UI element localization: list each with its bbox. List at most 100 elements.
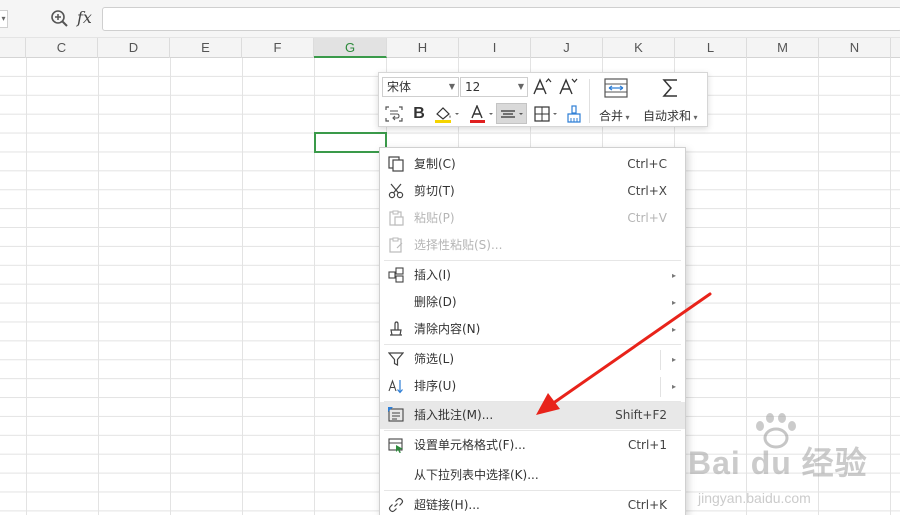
menu-item-format-cells[interactable]: 设置单元格格式(F)... Ctrl+1: [380, 432, 685, 459]
chevron-down-icon: ▼: [448, 82, 455, 91]
format-painter-icon: [567, 105, 581, 123]
menu-separator: [384, 260, 681, 261]
borders-icon: [534, 106, 557, 122]
merge-cells-label[interactable]: 合并 ▾: [599, 107, 630, 124]
sigma-icon: [662, 79, 677, 97]
menu-item-label: 设置单元格格式(F)...: [414, 438, 526, 452]
sort-icon: [388, 379, 403, 394]
menu-item-label: 复制(C): [414, 157, 456, 171]
active-cell[interactable]: [314, 132, 387, 153]
menu-item-label: 插入(I): [414, 268, 451, 282]
eraser-icon: [390, 321, 402, 336]
zoom-icon[interactable]: [50, 9, 70, 29]
name-box-dropdown[interactable]: ▾: [0, 10, 8, 28]
menu-item-label: 选择性粘贴(S)...: [414, 238, 503, 252]
autosum-label[interactable]: 自动求和 ▾: [643, 107, 698, 124]
column-header-j[interactable]: J: [531, 38, 603, 58]
menu-item-shortcut: Ctrl+X: [627, 184, 667, 198]
column-header-e[interactable]: E: [170, 38, 242, 58]
bold-icon: B: [413, 105, 425, 122]
fill-bucket-icon: [435, 107, 459, 123]
font-color-button[interactable]: [467, 104, 497, 124]
menu-item-label: 剪切(T): [414, 184, 455, 198]
menu-item-hyperlink[interactable]: 超链接(H)... Ctrl+K: [380, 492, 685, 515]
menu-item-label: 插入批注(M)...: [414, 408, 494, 422]
column-header-k[interactable]: K: [603, 38, 675, 58]
insert-cells-icon: [388, 267, 404, 283]
font-size-value: 12: [465, 80, 481, 94]
column-header-f[interactable]: F: [242, 38, 314, 58]
comment-icon: [388, 407, 404, 422]
menu-item-label: 粘贴(P): [414, 211, 455, 225]
menu-item-label: 清除内容(N): [414, 322, 481, 336]
increase-font-icon: [533, 78, 552, 95]
filter-icon: [388, 352, 404, 366]
menu-item-shortcut: Ctrl+1: [627, 438, 667, 452]
column-header-row: C D E F G H I J K L M N: [0, 38, 900, 58]
fill-color-button[interactable]: [432, 104, 462, 124]
paste-special-icon: [389, 237, 403, 253]
font-size-select[interactable]: 12 ▼: [460, 77, 528, 97]
menu-item-shortcut: Ctrl+K: [627, 498, 667, 512]
watermark-text: Bai du 经验: [688, 445, 868, 481]
menu-item-label: 排序(U): [414, 379, 457, 393]
column-header-i[interactable]: I: [459, 38, 531, 58]
menu-item-label: 从下拉列表中选择(K)...: [414, 468, 539, 482]
paste-icon: [389, 210, 404, 226]
increase-font-size-button[interactable]: [531, 76, 553, 98]
autosum-label-text: 自动求和: [643, 109, 692, 123]
align-center-icon: [500, 109, 523, 118]
column-header-d[interactable]: D: [98, 38, 170, 58]
format-cells-icon: [388, 438, 403, 453]
submenu-arrow-icon: ▸: [671, 271, 676, 280]
menu-item-label: 删除(D): [414, 295, 457, 309]
scissors-icon: [388, 183, 404, 199]
link-icon: [388, 497, 404, 513]
column-header-c[interactable]: C: [26, 38, 98, 58]
borders-button[interactable]: [532, 104, 562, 124]
merge-label-text: 合并: [599, 109, 624, 123]
column-header-partial[interactable]: [0, 38, 26, 58]
menu-separator: [384, 430, 681, 431]
autosum-button[interactable]: [660, 76, 682, 100]
menu-item-paste-special[interactable]: 选择性粘贴(S)...: [380, 232, 685, 259]
column-header-m[interactable]: M: [747, 38, 819, 58]
wrap-text-button[interactable]: [383, 104, 405, 124]
menu-item-cut[interactable]: 剪切(T) Ctrl+X: [380, 178, 685, 205]
menu-separator: [384, 490, 681, 491]
menu-item-copy[interactable]: 复制(C) Ctrl+C: [380, 151, 685, 178]
menu-item-paste[interactable]: 粘贴(P) Ctrl+V: [380, 205, 685, 232]
font-name-select[interactable]: 宋体 ▼: [382, 77, 459, 97]
menu-item-pick-from-dropdown[interactable]: 从下拉列表中选择(K)...: [380, 462, 685, 489]
watermark-url: jingyan.baidu.com: [698, 490, 811, 506]
menu-item-label: 超链接(H)...: [414, 498, 480, 512]
column-header-g[interactable]: G: [314, 38, 387, 58]
column-header-l[interactable]: L: [675, 38, 747, 58]
formula-input[interactable]: [102, 7, 900, 31]
merge-cells-icon: [604, 78, 628, 98]
wrap-text-icon: [385, 106, 403, 122]
menu-item-shortcut: Ctrl+C: [627, 157, 667, 171]
baidu-jingyan-watermark: Bai du 经验 jingyan.baidu.com: [688, 410, 900, 515]
decrease-font-size-button[interactable]: [557, 76, 579, 98]
formula-bar: ▾ fx: [0, 0, 900, 38]
fx-icon[interactable]: fx: [77, 8, 92, 27]
column-header-n[interactable]: N: [819, 38, 891, 58]
menu-item-label: 筛选(L): [414, 352, 455, 366]
menu-item-shortcut: Ctrl+V: [627, 211, 667, 225]
font-name-value: 宋体: [387, 80, 412, 94]
mini-toolbar: 宋体 ▼ 12 ▼ 合并 ▾ 自动求和 ▾ B: [378, 72, 708, 127]
menu-item-insert[interactable]: 插入(I) ▸: [380, 262, 685, 289]
column-header-partial-right[interactable]: [891, 38, 900, 58]
copy-icon: [388, 156, 404, 172]
bold-button[interactable]: B: [409, 104, 429, 124]
format-painter-button[interactable]: [564, 104, 584, 124]
column-header-h[interactable]: H: [387, 38, 459, 58]
decrease-font-icon: [559, 78, 578, 95]
annotation-arrow-icon: [536, 292, 712, 415]
font-color-icon: [470, 105, 493, 123]
toolbar-divider: [589, 79, 590, 123]
align-center-button[interactable]: [496, 103, 527, 124]
chevron-down-icon: ▼: [517, 82, 524, 91]
merge-cells-button[interactable]: [603, 77, 629, 99]
